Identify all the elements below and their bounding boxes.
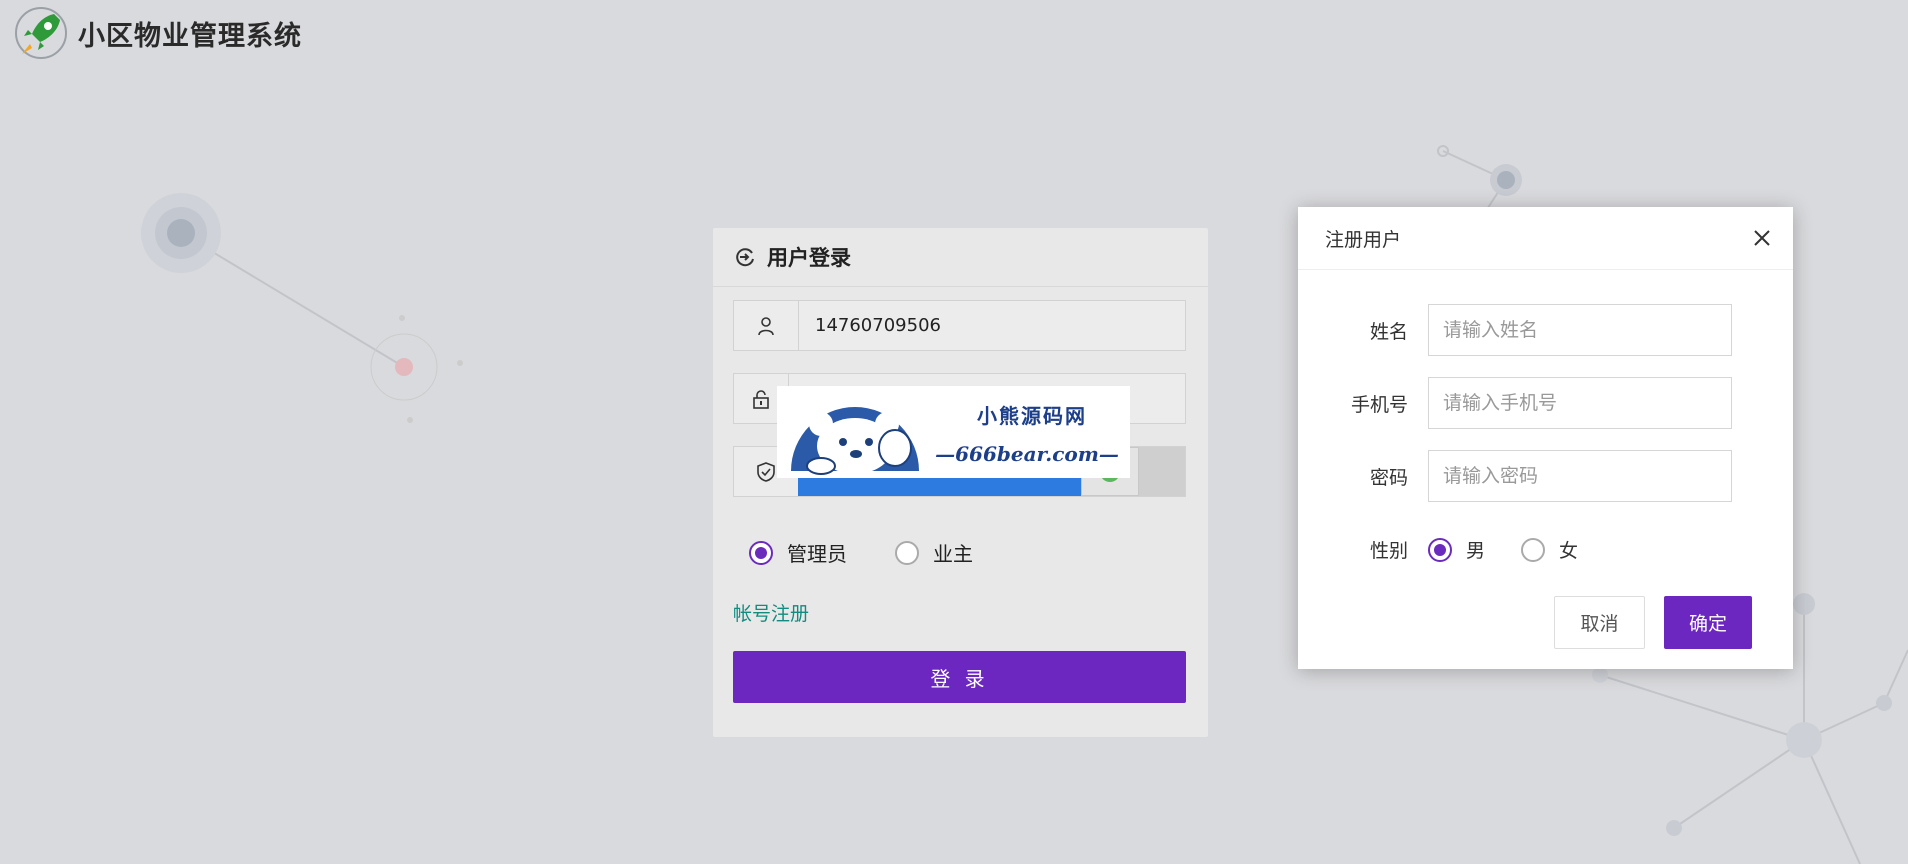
register-link[interactable]: 帐号注册 xyxy=(733,599,809,626)
form-row-name: 姓名 xyxy=(1298,304,1732,356)
form-row-phone: 手机号 xyxy=(1298,377,1732,429)
username-field[interactable]: 14760709506 xyxy=(733,300,1186,351)
dialog-header: 注册用户 xyxy=(1298,207,1793,270)
role-radio-group: 管理员 业主 xyxy=(749,538,973,567)
login-header: 用户登录 xyxy=(713,228,1208,287)
form-row-gender: 性别 男 女 xyxy=(1298,536,1578,563)
form-row-password: 密码 xyxy=(1298,450,1732,502)
rocket-logo-icon xyxy=(15,7,67,59)
name-label: 姓名 xyxy=(1369,320,1408,343)
gender-male-radio[interactable] xyxy=(1428,537,1452,562)
dialog-title: 注册用户 xyxy=(1325,228,1402,251)
login-refresh-icon xyxy=(736,248,754,267)
register-password-input[interactable] xyxy=(1428,450,1732,502)
role-owner-label: 业主 xyxy=(933,542,973,566)
login-panel: 用户登录 14760709506 管理员 业主 帐号注册 登 录 xyxy=(713,228,1208,737)
role-admin-radio[interactable] xyxy=(749,540,773,565)
role-admin-label: 管理员 xyxy=(787,542,847,566)
user-icon xyxy=(734,301,799,350)
watermark-title: 小熊源码网 xyxy=(977,404,1087,428)
app-title: 小区物业管理系统 xyxy=(78,20,302,52)
phone-label: 手机号 xyxy=(1350,393,1408,416)
gender-female-radio[interactable] xyxy=(1521,537,1546,562)
gender-female-label: 女 xyxy=(1559,540,1579,562)
close-icon[interactable] xyxy=(1751,227,1773,249)
username-input[interactable]: 14760709506 xyxy=(799,301,1185,350)
gender-male-label: 男 xyxy=(1466,540,1486,562)
register-dialog: 注册用户 姓名 手机号 密码 性别 男 女 取消 确定 xyxy=(1298,207,1793,669)
login-button[interactable]: 登 录 xyxy=(733,651,1186,703)
watermark-url: —666bear.com— xyxy=(935,442,1119,466)
role-owner-radio[interactable] xyxy=(895,540,919,565)
gender-label: 性别 xyxy=(1369,540,1408,562)
name-input[interactable] xyxy=(1428,304,1732,356)
watermark-overlay: 小熊源码网 —666bear.com— xyxy=(777,386,1130,478)
phone-input[interactable] xyxy=(1428,377,1732,429)
login-title: 用户登录 xyxy=(767,246,851,270)
app-header: 小区物业管理系统 xyxy=(14,7,302,59)
password-label: 密码 xyxy=(1369,466,1408,489)
cancel-button[interactable]: 取消 xyxy=(1554,596,1645,649)
confirm-button[interactable]: 确定 xyxy=(1664,596,1752,649)
